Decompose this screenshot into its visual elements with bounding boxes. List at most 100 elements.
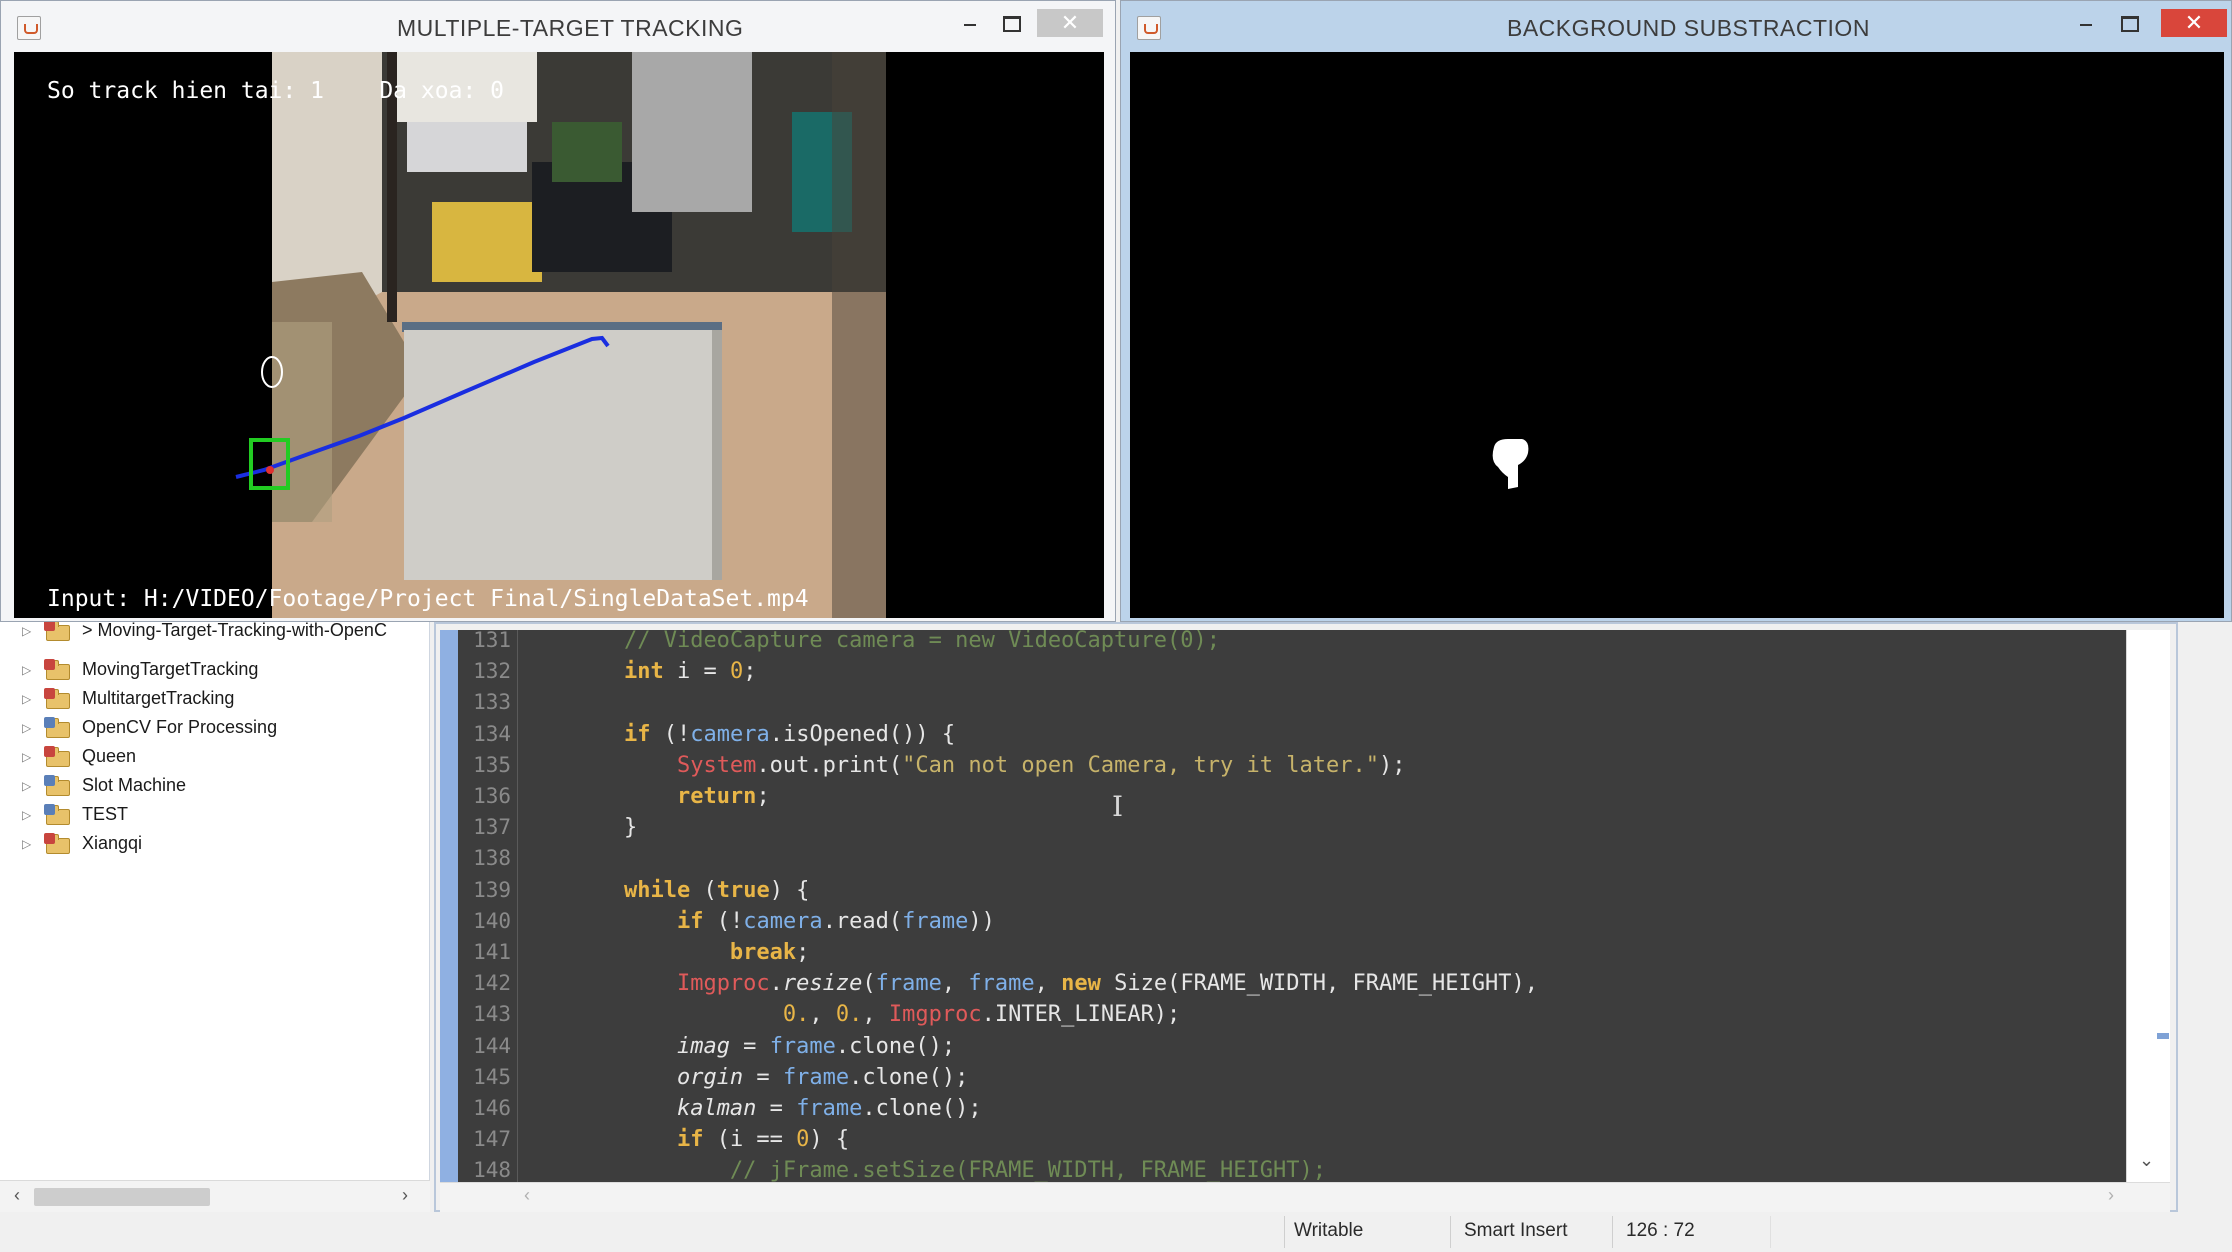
code-token: Imgproc	[676, 971, 770, 996]
code-line[interactable]: orgin = frame.clone();	[518, 1065, 968, 1090]
minimize-icon[interactable]	[953, 9, 987, 37]
editor-vertical-scrollbar[interactable]: ⌄	[2126, 630, 2170, 1182]
line-number: 133	[473, 690, 511, 714]
status-separator	[1770, 1216, 1771, 1248]
code-token: ,	[941, 971, 969, 996]
code-token: .clone();	[862, 1096, 982, 1121]
code-line[interactable]: }	[518, 815, 637, 840]
code-line[interactable]: imag = frame.clone();	[518, 1034, 955, 1059]
code-line[interactable]: if (i == 0) {	[518, 1127, 849, 1152]
code-token: (!	[650, 722, 691, 747]
code-line[interactable]: // jFrame.setSize(FRAME_WIDTH, FRAME_HEI…	[518, 1158, 1326, 1182]
code-token: // jFrame.setSize(FRAME_WIDTH, FRAME_HEI…	[729, 1158, 1326, 1182]
code-token: (	[862, 971, 876, 996]
code-token: int	[623, 659, 664, 684]
background-window-titlebar[interactable]: BACKGROUND SUBSTRACTION ✕	[1121, 1, 2231, 53]
code-token: frame	[902, 909, 969, 934]
tree-item[interactable]: ▷ Queen	[0, 742, 136, 771]
code-token: "Can not open Camera, try it later."	[902, 753, 1379, 778]
code-token: (!	[703, 909, 744, 934]
code-token: return	[676, 784, 757, 809]
minimize-icon[interactable]	[2069, 9, 2103, 37]
code-line[interactable]: while (true) {	[518, 878, 809, 903]
code-line[interactable]: if (!camera.isOpened()) {	[518, 722, 955, 747]
expand-arrow-icon[interactable]: ▷	[22, 837, 36, 851]
scroll-right-arrow-icon[interactable]: ›	[2108, 1185, 2114, 1206]
code-token: .out.print(	[756, 753, 903, 778]
code-line[interactable]: 0., 0., Imgproc.INTER_LINEAR);	[518, 1002, 1180, 1027]
code-token: =	[729, 1034, 770, 1059]
tree-item[interactable]: ▷ MovingTargetTracking	[0, 655, 258, 684]
line-number: 131	[473, 628, 511, 652]
java-project-icon	[44, 687, 72, 710]
tree-item-label: Xiangqi	[82, 833, 143, 853]
code-token: =	[756, 1096, 797, 1121]
tracking-window-titlebar[interactable]: MULTIPLE-TARGET TRACKING ✕	[1, 1, 1115, 53]
java-project-icon	[44, 658, 72, 681]
code-token: while	[623, 878, 691, 903]
text-cursor-icon: I	[1112, 790, 1124, 823]
line-number: 139	[473, 878, 511, 902]
expand-arrow-icon[interactable]: ▷	[22, 808, 36, 822]
code-line[interactable]: kalman = frame.clone();	[518, 1096, 982, 1121]
tree-item[interactable]: ▷ Slot Machine	[0, 771, 186, 800]
line-number: 143	[473, 1002, 511, 1026]
code-token: .	[769, 971, 783, 996]
code-token: // VideoCapture camera = new VideoCaptur…	[623, 630, 1220, 653]
code-token: i =	[663, 659, 730, 684]
target-centroid	[266, 466, 274, 474]
scroll-down-arrow-icon[interactable]: ⌄	[2139, 1150, 2154, 1171]
code-line[interactable]: return;	[518, 784, 770, 809]
code-line[interactable]: System.out.print("Can not open Camera, t…	[518, 753, 1406, 778]
code-token: .isOpened()) {	[769, 722, 956, 747]
tracking-overlay	[235, 335, 610, 490]
code-token: break	[729, 940, 797, 965]
status-separator	[1284, 1216, 1285, 1248]
code-editor[interactable]: // VideoCapture camera = new VideoCaptur…	[518, 630, 2126, 1182]
tracking-video-frame: So track hien tai: 1 Da xoa: 0 Input: H:…	[14, 52, 1104, 618]
tree-item[interactable]: ▷ MultitargetTracking	[0, 684, 234, 713]
expand-arrow-icon[interactable]: ▷	[22, 721, 36, 735]
tree-item[interactable]: ▷ TEST	[0, 800, 128, 829]
tree-item[interactable]: ▷ Xiangqi	[0, 829, 142, 858]
code-token: imag	[676, 1034, 730, 1059]
scrollbar-thumb[interactable]	[34, 1188, 210, 1206]
expand-arrow-icon[interactable]: ▷	[22, 624, 36, 638]
code-token: camera	[743, 909, 823, 934]
explorer-horizontal-scrollbar[interactable]: ‹ ›	[0, 1180, 430, 1212]
tree-item[interactable]: ▷ > Moving-Target-Tracking-with-OpenC	[0, 622, 387, 645]
line-number: 145	[473, 1065, 511, 1089]
kalman-prediction-ellipse	[261, 356, 283, 388]
expand-arrow-icon[interactable]: ▷	[22, 750, 36, 764]
code-token: ,	[809, 1002, 836, 1027]
overview-ruler-marker[interactable]	[2157, 1033, 2169, 1039]
code-token: Imgproc	[888, 1002, 982, 1027]
expand-arrow-icon[interactable]: ▷	[22, 692, 36, 706]
close-button[interactable]: ✕	[1037, 9, 1103, 37]
code-line[interactable]: if (!camera.read(frame))	[518, 909, 995, 934]
code-token: resize	[782, 971, 863, 996]
tree-item[interactable]: ▷ OpenCV For Processing	[0, 713, 277, 742]
editor-horizontal-scrollbar[interactable]: ‹ ›	[440, 1182, 2170, 1212]
code-line[interactable]: int i = 0;	[518, 659, 756, 684]
code-token: System	[676, 753, 757, 778]
close-button[interactable]: ✕	[2161, 9, 2227, 37]
scroll-right-arrow-icon[interactable]: ›	[402, 1185, 408, 1206]
scroll-left-arrow-icon[interactable]: ‹	[524, 1185, 530, 1206]
scroll-left-arrow-icon[interactable]: ‹	[14, 1185, 20, 1206]
maximize-icon[interactable]	[995, 9, 1029, 37]
line-number-gutter: 131 132 133 134 135 136 137 138 139 140 141 142 143 1…	[458, 628, 518, 1182]
code-line[interactable]: // VideoCapture camera = new VideoCaptur…	[518, 630, 1220, 653]
expand-arrow-icon[interactable]: ▷	[22, 663, 36, 677]
code-token: ;	[796, 940, 810, 965]
code-line[interactable]: Imgproc.resize(frame, frame, new Size(FR…	[518, 971, 1538, 996]
expand-arrow-icon[interactable]: ▷	[22, 779, 36, 793]
track-path	[235, 335, 610, 479]
code-line[interactable]: break;	[518, 940, 809, 965]
maximize-icon[interactable]	[2113, 9, 2147, 37]
code-token: kalman	[676, 1096, 757, 1121]
